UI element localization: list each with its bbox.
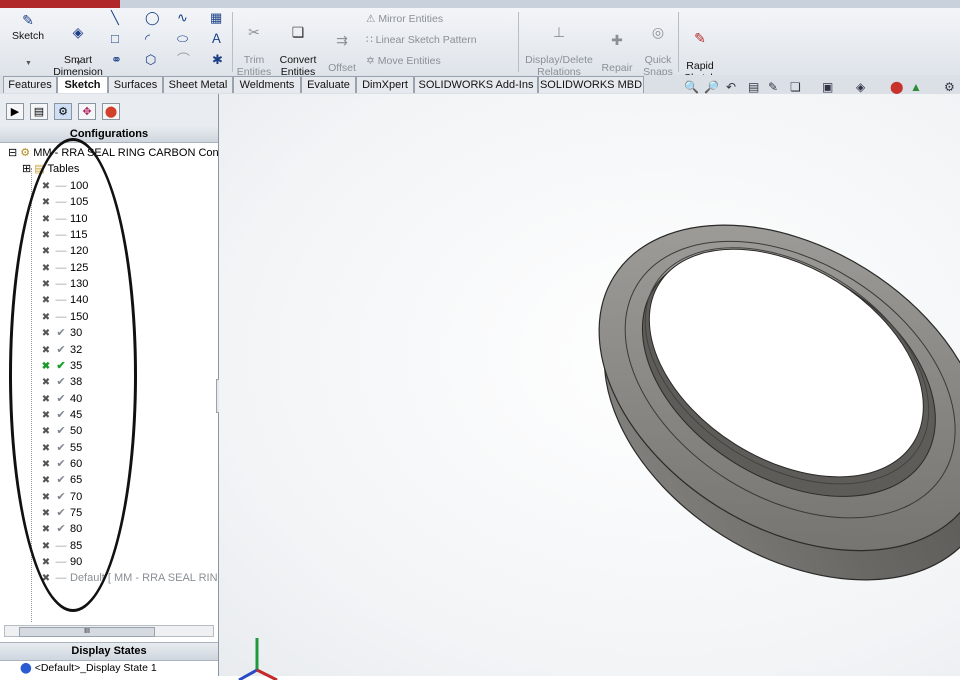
ribbon-separator (678, 12, 679, 72)
rectangle-icon[interactable]: □ (111, 31, 119, 47)
graphics-viewport[interactable] (219, 94, 960, 680)
display-manager-tab-icon[interactable]: ⬤ (102, 103, 120, 120)
expand-icon[interactable]: ⊞ (22, 163, 31, 175)
rapid-sketch-icon: ✎ (694, 30, 706, 46)
sketch-button[interactable]: ✎ Sketch (6, 12, 50, 42)
convert-icon: ❏ (291, 24, 305, 40)
slot-icon[interactable]: ⚭ (111, 52, 122, 68)
snaps-icon: ◎ (651, 24, 665, 40)
mirror-icon: ⚠ (366, 13, 376, 25)
seal-ring-model (598, 224, 960, 581)
configurations-header: Configurations (0, 126, 218, 143)
feature-manager-tab-icon[interactable]: ▶ (6, 103, 24, 120)
apply-scene-icon[interactable]: ▲ (910, 80, 922, 94)
quick-snaps-button[interactable]: ◎ Quick Snaps (640, 12, 676, 78)
convert-entities-button[interactable]: ❏ Convert Entities (276, 12, 320, 78)
mirror-entities-button[interactable]: ⚠ Mirror Entities (366, 13, 443, 25)
arc-icon[interactable]: ◜ (145, 31, 150, 47)
ellipse-icon[interactable]: ⬭ (177, 31, 188, 47)
move-icon: ✡ (366, 55, 375, 67)
display-states-header: Display States (0, 642, 218, 661)
text-icon[interactable]: Ａ (210, 31, 223, 47)
smart-dimension-icon: ◈ (72, 24, 84, 40)
fillet-icon[interactable]: ⌒ (177, 52, 190, 68)
view-orientation-icon[interactable]: ❏ (790, 80, 801, 94)
previous-view-icon[interactable]: ↶ (726, 80, 736, 94)
dimxpert-manager-tab-icon[interactable]: ✥ (78, 103, 96, 120)
polygon-icon[interactable]: ⬡ (145, 52, 156, 68)
smart-dimension-button[interactable]: ◈ Smart Dimension (50, 12, 106, 78)
tab-evaluate[interactable]: Evaluate (301, 76, 356, 93)
repair-icon: ✚ (611, 32, 623, 48)
tab-solidworks-add-ins[interactable]: SOLIDWORKS Add-Ins (414, 76, 538, 93)
tree-horizontal-scrollbar[interactable]: III (4, 625, 214, 637)
pattern-icon: ∷ (366, 34, 373, 46)
display-delete-relations-button[interactable]: ⊥ Display/Delete Relations (522, 12, 596, 78)
tab-surfaces[interactable]: Surfaces (108, 76, 163, 93)
title-bar (0, 0, 960, 8)
edit-appearance-icon[interactable]: ⬤ (890, 80, 903, 94)
sketch-dropdown-caret[interactable]: ▼ (25, 60, 32, 67)
ribbon-separator (518, 12, 519, 72)
dynamic-annotation-icon[interactable]: ✎ (768, 80, 778, 94)
solidworks-logo (0, 0, 120, 8)
hide-show-items-icon[interactable]: ◈ (856, 80, 865, 94)
triad-icon (238, 638, 278, 680)
section-view-icon[interactable]: ▤ (748, 80, 759, 94)
part-config-icon: ⚙ (20, 147, 31, 159)
user-annotation-ellipse (9, 138, 137, 612)
tab-sketch[interactable]: Sketch (57, 76, 108, 93)
scrollbar-thumb[interactable]: III (19, 627, 155, 637)
property-manager-tab-icon[interactable]: ▤ (30, 103, 48, 120)
tree-root-item[interactable]: ⊟ ⚙ MM - RRA SEAL RING CARBON Conf (8, 146, 218, 159)
tab-dimxpert[interactable]: DimXpert (356, 76, 414, 93)
grid-icon[interactable]: ▦ (210, 10, 222, 26)
command-tabs: Features Sketch Surfaces Sheet Metal Wel… (0, 75, 960, 94)
line-icon[interactable]: ╲ (111, 10, 119, 26)
tab-weldments[interactable]: Weldments (233, 76, 301, 93)
point-icon[interactable]: ✱ (212, 52, 223, 68)
view-settings-icon[interactable]: ⚙ (944, 80, 955, 94)
linear-sketch-pattern-button[interactable]: ∷ Linear Sketch Pattern (366, 34, 477, 46)
display-state-item[interactable]: ⬤ <Default>_Display State 1 (20, 662, 157, 674)
zoom-area-icon[interactable]: 🔎 (704, 80, 719, 94)
offset-icon: ⇉ (336, 32, 348, 48)
zoom-to-fit-icon[interactable]: 🔍 (684, 80, 699, 94)
trim-icon: ✂ (248, 24, 260, 40)
sketch-icon: ✎ (22, 12, 34, 28)
command-manager-ribbon: ✎ Sketch ▼ ◈ Smart Dimension ▼ ╲ ◯ ∿ ▦ □… (0, 8, 960, 86)
trim-entities-button[interactable]: ✂ Trim Entities (234, 12, 274, 78)
tab-sheet-metal[interactable]: Sheet Metal (163, 76, 233, 93)
configuration-manager-tab-icon[interactable]: ⚙ (54, 103, 72, 120)
tab-features[interactable]: Features (3, 76, 57, 93)
circle-icon[interactable]: ◯ (145, 10, 160, 26)
move-entities-button[interactable]: ✡ Move Entities (366, 55, 441, 67)
collapse-icon[interactable]: ⊟ (8, 147, 17, 159)
ribbon-separator (232, 12, 233, 72)
panel-toolbar: ▶ ▤ ⚙ ✥ ⬤ (0, 94, 218, 127)
tab-solidworks-mbd[interactable]: SOLIDWORKS MBD (538, 76, 644, 93)
display-state-icon: ⬤ (20, 662, 32, 674)
display-style-icon[interactable]: ▣ (822, 80, 833, 94)
dimension-dropdown-caret[interactable]: ▼ (75, 60, 82, 67)
relations-icon: ⊥ (552, 24, 566, 40)
spline-icon[interactable]: ∿ (177, 10, 188, 26)
